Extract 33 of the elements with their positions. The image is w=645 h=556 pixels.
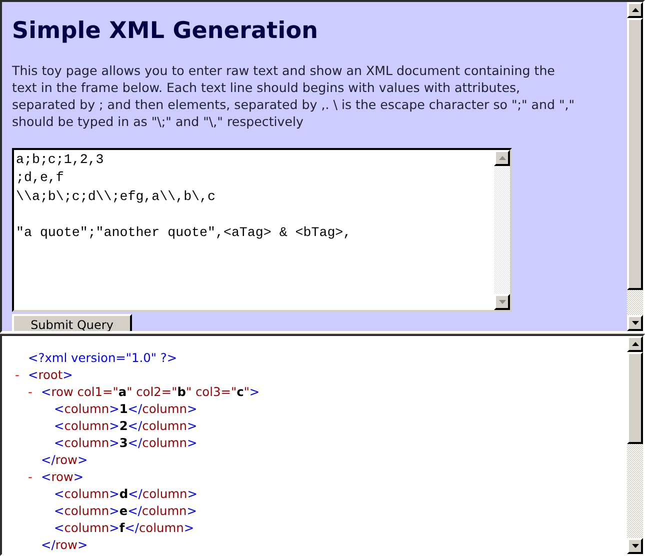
scroll-up-button[interactable] — [494, 150, 510, 166]
xml-tag: <column>f</column> — [54, 520, 194, 537]
scroll-up-button[interactable] — [627, 2, 643, 18]
down-arrow-icon — [632, 544, 638, 548]
collapse-toggle[interactable]: - — [15, 368, 20, 382]
xml-tag: <row col1="a" col2="b" col3="c"> — [41, 384, 260, 401]
xml-tag: <row> — [41, 469, 84, 486]
xml-tag: <root> — [28, 367, 73, 384]
scroll-down-button[interactable] — [494, 294, 510, 310]
description-text: This toy page allows you to enter raw text and show an XML document containing the text in the frame below. Each text line should begins with values with attributes, separated by ; and then elements, separated by ,. \ is the escape character so ";" and "," should be typed in as "\;" and "\," respectively — [12, 62, 576, 130]
xml-tag: <column>e</column> — [54, 503, 198, 520]
xml-tag: <column>1</column> — [54, 401, 198, 418]
up-arrow-icon — [632, 8, 638, 12]
page-title: Simple XML Generation — [12, 18, 320, 44]
scroll-down-button[interactable] — [627, 538, 643, 554]
scroll-up-button[interactable] — [627, 336, 643, 352]
xml-tag: <column>d</column> — [54, 486, 198, 503]
xml-tag: <column>2</column> — [54, 418, 198, 435]
collapse-toggle[interactable]: - — [28, 385, 32, 399]
down-arrow-icon — [632, 321, 638, 325]
down-arrow-icon — [498, 300, 506, 304]
xml-tag: </row> — [41, 537, 88, 554]
scrollbar[interactable] — [627, 2, 643, 331]
up-arrow-icon — [632, 342, 638, 346]
scrollbar[interactable] — [627, 336, 643, 554]
xml-tag: </row> — [41, 452, 88, 469]
scroll-down-button[interactable] — [627, 315, 643, 331]
scroll-thumb[interactable] — [627, 18, 643, 290]
scroll-thumb[interactable] — [627, 352, 643, 444]
collapse-toggle[interactable]: - — [28, 470, 32, 484]
xml-tag: <?xml version="1.0" ?> — [28, 350, 178, 367]
xml-tag: <column>3</column> — [54, 435, 198, 452]
up-arrow-icon — [498, 156, 506, 160]
